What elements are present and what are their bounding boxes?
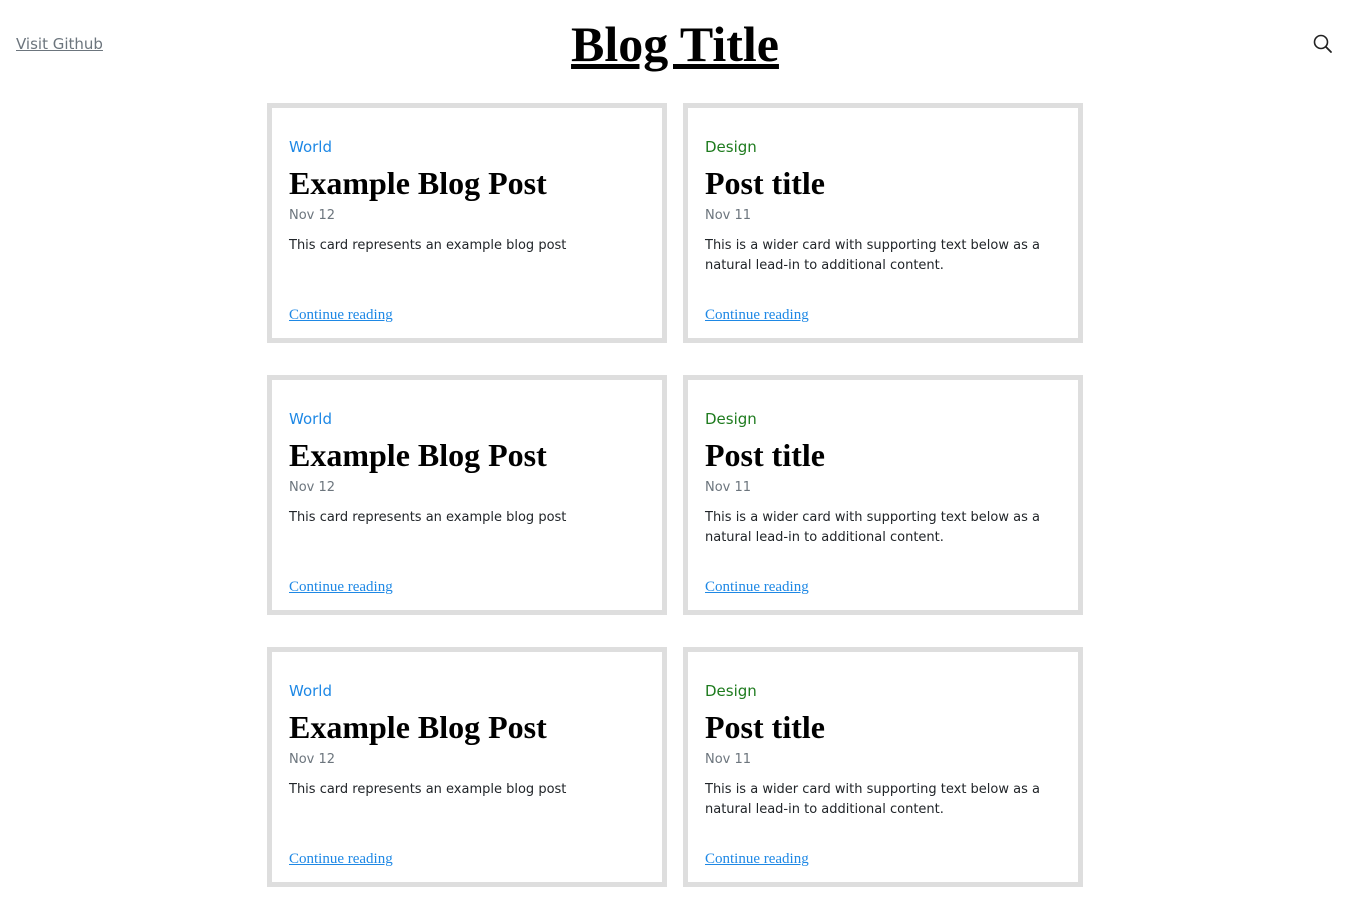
post-excerpt: This card represents an example blog pos… [289, 510, 567, 525]
post-title: Example Blog Post [289, 165, 547, 201]
continue-reading-link[interactable]: Continue reading [289, 307, 393, 324]
search-button[interactable] [1312, 33, 1334, 55]
search-icon [1313, 34, 1332, 53]
post-card: World Example Blog Post Nov 12 This card… [267, 103, 667, 343]
post-category[interactable]: World [289, 410, 332, 428]
post-title: Example Blog Post [289, 709, 547, 745]
site-header: Visit Github Blog Title [0, 0, 1366, 90]
page-title[interactable]: Blog Title [0, 14, 1350, 74]
post-card: World Example Blog Post Nov 12 This card… [267, 375, 667, 615]
post-date: Nov 12 [289, 752, 336, 767]
post-card: Design Post title Nov 11 This is a wider… [683, 103, 1083, 343]
post-title: Example Blog Post [289, 437, 547, 473]
post-excerpt: This is a wider card with supporting tex… [705, 238, 1040, 273]
post-excerpt: This is a wider card with supporting tex… [705, 782, 1040, 817]
post-category[interactable]: World [289, 138, 332, 156]
post-category[interactable]: Design [705, 682, 757, 700]
post-date: Nov 11 [705, 752, 752, 767]
post-card: Design Post title Nov 11 This is a wider… [683, 647, 1083, 887]
post-date: Nov 12 [289, 480, 336, 495]
continue-reading-link[interactable]: Continue reading [705, 851, 809, 868]
post-excerpt: This is a wider card with supporting tex… [705, 510, 1040, 545]
post-card: World Example Blog Post Nov 12 This card… [267, 647, 667, 887]
post-title: Post title [705, 709, 825, 745]
post-title: Post title [705, 165, 825, 201]
post-card: Design Post title Nov 11 This is a wider… [683, 375, 1083, 615]
continue-reading-link[interactable]: Continue reading [705, 579, 809, 596]
continue-reading-link[interactable]: Continue reading [289, 851, 393, 868]
post-date: Nov 11 [705, 208, 752, 223]
post-excerpt: This card represents an example blog pos… [289, 238, 567, 253]
post-date: Nov 11 [705, 480, 752, 495]
post-category[interactable]: Design [705, 138, 757, 156]
continue-reading-link[interactable]: Continue reading [705, 307, 809, 324]
post-title: Post title [705, 437, 825, 473]
post-date: Nov 12 [289, 208, 336, 223]
post-category[interactable]: Design [705, 410, 757, 428]
post-excerpt: This card represents an example blog pos… [289, 782, 567, 797]
continue-reading-link[interactable]: Continue reading [289, 579, 393, 596]
post-category[interactable]: World [289, 682, 332, 700]
